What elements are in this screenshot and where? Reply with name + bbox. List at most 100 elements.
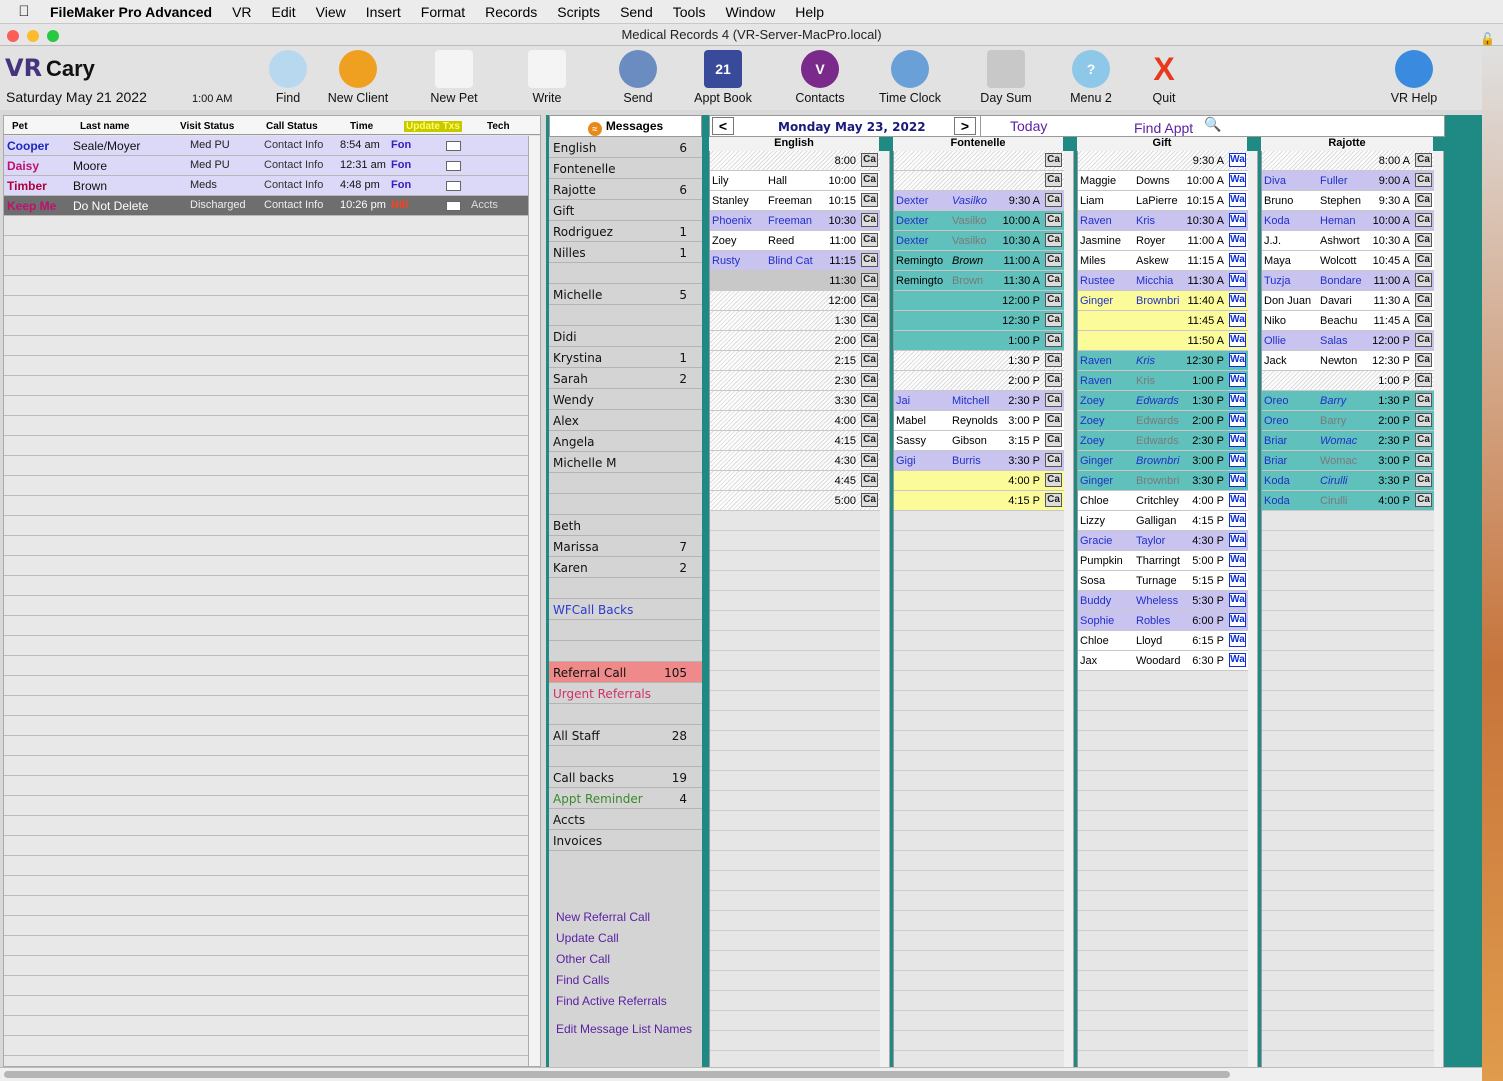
message-list-item[interactable]: Gift <box>549 200 702 221</box>
appt-action-button[interactable]: Ca <box>1045 473 1062 487</box>
message-list-item[interactable] <box>549 305 702 326</box>
message-list-item[interactable]: Wendy <box>549 389 702 410</box>
appointment-slot[interactable]: 4:15 Ca <box>710 431 880 451</box>
col-tech[interactable]: Tech <box>487 121 510 132</box>
contacts-button[interactable]: V Contacts <box>780 50 860 105</box>
appt-action-button[interactable]: Ca <box>1045 233 1062 247</box>
appointment-slot[interactable]: Ca <box>894 151 1064 171</box>
appt-action-button[interactable]: Ca <box>1045 153 1062 167</box>
last-name[interactable]: Seale/Moyer <box>73 139 140 153</box>
col-last-name[interactable]: Last name <box>80 121 129 132</box>
call-status[interactable]: Contact Info <box>264 179 323 191</box>
appointment-slot[interactable]: Zoey Reed 11:00 Ca <box>710 231 880 251</box>
appointment-slot[interactable]: Liam LaPierre 10:15 A Wa <box>1078 191 1248 211</box>
appt-action-button[interactable]: Wa <box>1229 473 1246 487</box>
appointment-slot[interactable]: Gracie Taylor 4:30 P Wa <box>1078 531 1248 551</box>
appt-action-button[interactable]: Ca <box>1415 213 1432 227</box>
menu-window[interactable]: Window <box>725 4 775 20</box>
message-list-item[interactable]: Referral Call 105 <box>549 662 702 683</box>
appointment-slot[interactable]: Dexter Vasilko 10:00 A Ca <box>894 211 1064 231</box>
message-list-item[interactable]: Alex <box>549 410 702 431</box>
appointment-slot[interactable]: 5:00 Ca <box>710 491 880 511</box>
message-list-item[interactable]: Rodriguez 1 <box>549 221 702 242</box>
minimize-window-icon[interactable] <box>27 30 39 42</box>
appt-action-button[interactable]: Ca <box>1415 153 1432 167</box>
appt-action-button[interactable]: Ca <box>861 333 878 347</box>
appt-action-button[interactable]: Wa <box>1229 153 1246 167</box>
appt-action-button[interactable]: Ca <box>1045 253 1062 267</box>
appointment-slot[interactable]: 1:30 P Ca <box>894 351 1064 371</box>
find-appt-button[interactable]: Find Appt <box>1134 120 1193 136</box>
tech[interactable]: Fon <box>391 139 411 151</box>
appointment-slot[interactable]: 2:30 Ca <box>710 371 880 391</box>
appointment-slot[interactable]: 9:30 A Wa <box>1078 151 1248 171</box>
appointment-slot[interactable]: 3:30 Ca <box>710 391 880 411</box>
appt-action-button[interactable]: Ca <box>861 413 878 427</box>
appt-action-button[interactable]: Ca <box>1045 273 1062 287</box>
message-list-item[interactable]: Krystina 1 <box>549 347 702 368</box>
tech[interactable]: Fon <box>391 179 411 191</box>
message-action-link[interactable]: Edit Message List Names <box>556 1022 692 1036</box>
message-list-item[interactable]: Appt Reminder 4 <box>549 788 702 809</box>
column-vscroll[interactable] <box>1064 151 1074 1067</box>
message-list-item[interactable]: Angela <box>549 431 702 452</box>
appointment-slot[interactable]: 4:45 Ca <box>710 471 880 491</box>
message-list-item[interactable] <box>549 641 702 662</box>
appt-action-button[interactable]: Ca <box>1045 293 1062 307</box>
appointment-slot[interactable]: Dexter Vasilko 10:30 A Ca <box>894 231 1064 251</box>
visit-status[interactable]: Med PU <box>190 159 230 171</box>
message-list-item[interactable]: WFCall Backs <box>549 599 702 620</box>
vr-help-button[interactable]: VR Help <box>1379 50 1449 105</box>
message-list-item[interactable]: All Staff 28 <box>549 725 702 746</box>
pet-name[interactable]: Timber <box>7 179 47 193</box>
message-action-link[interactable]: Find Calls <box>556 973 609 987</box>
visit-status[interactable]: Med PU <box>190 139 230 151</box>
call-status[interactable]: Contact Info <box>264 159 323 171</box>
time-clock-button[interactable]: Time Clock <box>870 50 950 105</box>
appt-action-button[interactable]: Ca <box>1045 413 1062 427</box>
appointment-slot[interactable]: Koda Cirulli 4:00 P Ca <box>1262 491 1434 511</box>
appointment-slot[interactable]: 2:15 Ca <box>710 351 880 371</box>
mail-icon[interactable] <box>446 141 461 151</box>
mail-icon[interactable] <box>446 181 461 191</box>
appt-action-button[interactable]: Ca <box>1045 173 1062 187</box>
call-status[interactable]: Contact Info <box>264 199 323 211</box>
pet-name[interactable]: Cooper <box>7 139 49 153</box>
appt-action-button[interactable]: Ca <box>861 393 878 407</box>
message-action-link[interactable]: Find Active Referrals <box>556 994 667 1008</box>
appointment-slot[interactable]: Remingto Brown 11:30 A Ca <box>894 271 1064 291</box>
day-sum-button[interactable]: Day Sum <box>966 50 1046 105</box>
message-list-item[interactable]: Didi <box>549 326 702 347</box>
appt-action-button[interactable]: Ca <box>1045 373 1062 387</box>
message-action-link[interactable]: Update Call <box>556 931 619 945</box>
message-list-item[interactable] <box>549 704 702 725</box>
appt-action-button[interactable]: Wa <box>1229 313 1246 327</box>
next-day-button[interactable]: > <box>954 117 976 135</box>
menu-insert[interactable]: Insert <box>366 4 401 20</box>
appt-action-button[interactable]: Ca <box>1045 433 1062 447</box>
appt-action-button[interactable]: Ca <box>1045 353 1062 367</box>
tech[interactable]: Nill <box>391 199 408 211</box>
appt-action-button[interactable]: Ca <box>861 213 878 227</box>
appointment-slot[interactable]: Lizzy Galligan 4:15 P Wa <box>1078 511 1248 531</box>
appt-action-button[interactable]: Wa <box>1229 233 1246 247</box>
patient-list-scrollbar[interactable] <box>528 136 540 1066</box>
appt-book-button[interactable]: 21 Appt Book <box>683 50 763 105</box>
appt-action-button[interactable]: Ca <box>1415 293 1432 307</box>
appointment-slot[interactable]: 2:00 Ca <box>710 331 880 351</box>
appointment-slot[interactable]: Koda Cirulli 3:30 P Ca <box>1262 471 1434 491</box>
appt-action-button[interactable]: Ca <box>1415 253 1432 267</box>
close-window-icon[interactable] <box>7 30 19 42</box>
apple-icon[interactable]:  <box>14 3 34 20</box>
appointment-slot[interactable]: Jasmine Royer 11:00 A Wa <box>1078 231 1248 251</box>
appt-action-button[interactable]: Wa <box>1229 373 1246 387</box>
today-button[interactable]: Today <box>1010 118 1047 134</box>
appt-action-button[interactable]: Wa <box>1229 193 1246 207</box>
appt-action-button[interactable]: Wa <box>1229 413 1246 427</box>
appt-action-button[interactable]: Ca <box>1415 493 1432 507</box>
horizontal-scroll-thumb[interactable] <box>4 1071 1230 1078</box>
appt-action-button[interactable]: Ca <box>1415 433 1432 447</box>
appointment-slot[interactable]: Maya Wolcott 10:45 A Ca <box>1262 251 1434 271</box>
find-button[interactable]: Find <box>248 50 328 105</box>
appointment-slot[interactable]: Pumpkin Tharringt 5:00 P Wa <box>1078 551 1248 571</box>
